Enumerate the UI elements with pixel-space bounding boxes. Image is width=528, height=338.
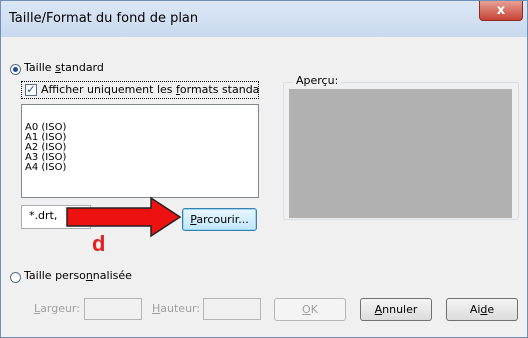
height-label: Hauteur: bbox=[152, 302, 201, 315]
formats-listbox[interactable]: A0 (ISO) A1 (ISO) A2 (ISO) A3 (ISO) A4 (… bbox=[21, 104, 259, 198]
annotation-letter: d bbox=[92, 231, 106, 256]
width-input[interactable] bbox=[84, 298, 142, 320]
formats-list: A0 (ISO) A1 (ISO) A2 (ISO) A3 (ISO) A4 (… bbox=[22, 123, 66, 173]
height-input[interactable] bbox=[203, 298, 261, 320]
close-icon: x bbox=[496, 3, 506, 18]
standard-size-radio[interactable] bbox=[10, 64, 21, 75]
help-button[interactable]: Aide bbox=[446, 298, 518, 321]
cancel-button[interactable]: Annuler bbox=[360, 298, 432, 321]
standard-formats-only-option[interactable]: ✓ Afficher uniquement les formats standa bbox=[21, 81, 259, 99]
width-label: Largeur: bbox=[34, 302, 80, 315]
list-item[interactable]: A4 (ISO) bbox=[22, 163, 66, 173]
standard-formats-only-label[interactable]: Afficher uniquement les formats standa bbox=[41, 83, 259, 96]
custom-size-label[interactable]: Taille personnalisée bbox=[24, 269, 132, 282]
ok-button[interactable]: OK bbox=[274, 298, 346, 321]
red-arrow-annotation bbox=[66, 196, 182, 238]
browse-button[interactable]: Parcourir... bbox=[182, 208, 257, 231]
preview-label: Aperçu: bbox=[293, 74, 342, 87]
close-button[interactable]: x bbox=[479, 1, 523, 21]
custom-size-radio[interactable] bbox=[10, 272, 21, 283]
standard-formats-only-checkbox[interactable]: ✓ bbox=[25, 84, 37, 96]
standard-size-label[interactable]: Taille standard bbox=[24, 61, 104, 74]
preview-area bbox=[289, 89, 512, 218]
arrow-icon bbox=[66, 196, 182, 238]
dialog-title: Taille/Format du fond de plan bbox=[9, 11, 199, 26]
title-bar[interactable]: Taille/Format du fond de plan x bbox=[1, 1, 527, 37]
